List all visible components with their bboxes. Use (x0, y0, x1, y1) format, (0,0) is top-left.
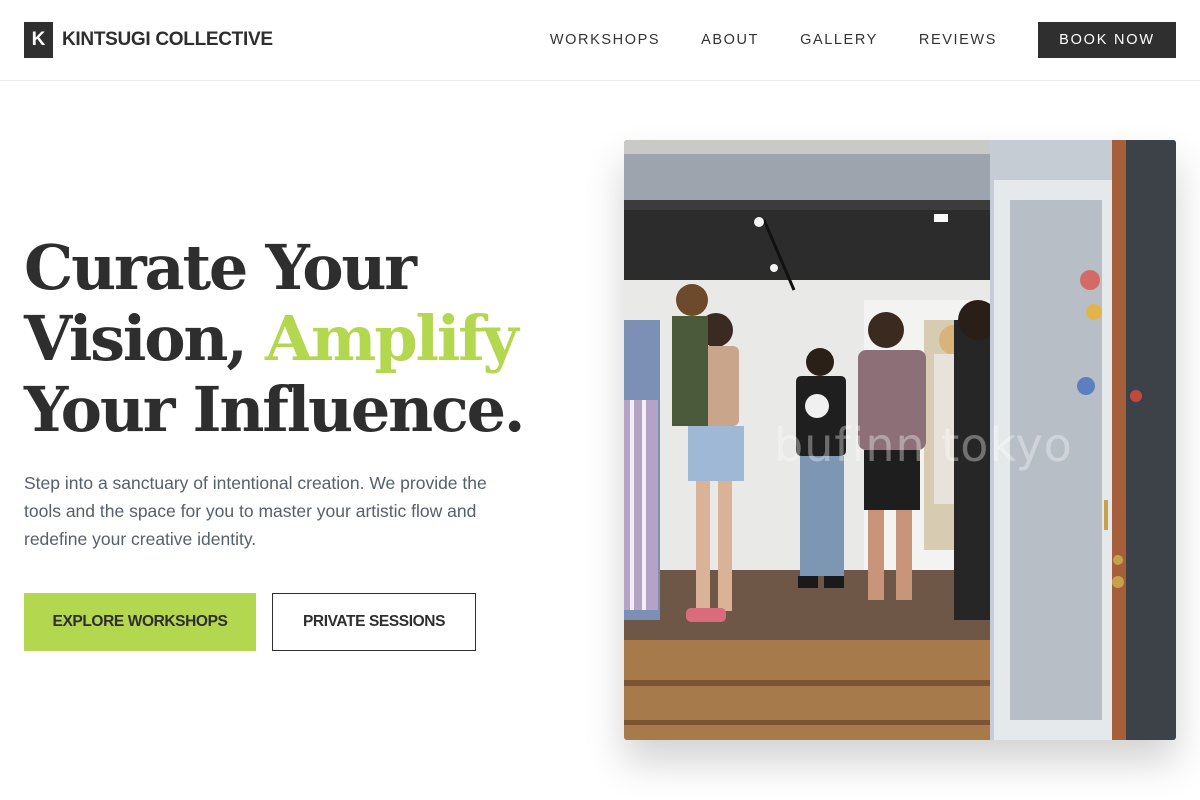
hero-photo: bufinn tokyo (624, 140, 1176, 740)
nav-link-about[interactable]: ABOUT (701, 32, 759, 48)
brand-name: KINTSUGI COLLECTIVE (62, 29, 273, 50)
nav-link-gallery[interactable]: GALLERY (800, 32, 878, 48)
book-now-button[interactable]: BOOK NOW (1038, 22, 1176, 58)
hero-title-accent: Amplify (265, 302, 519, 375)
hero-title-line-3: Your Influence. (24, 373, 525, 446)
private-sessions-button[interactable]: PRIVATE SESSIONS (272, 593, 476, 651)
hero-title-line-1: Curate Your (24, 231, 417, 304)
hero-title-line-2: Vision, (24, 302, 266, 375)
brand-logo[interactable]: K KINTSUGI COLLECTIVE (24, 22, 273, 58)
logo-mark: K (24, 22, 53, 58)
site-header: K KINTSUGI COLLECTIVE WORKSHOPS ABOUT GA… (0, 0, 1200, 81)
image-watermark: bufinn tokyo (774, 418, 1073, 472)
nav-link-reviews[interactable]: REVIEWS (919, 32, 997, 48)
explore-workshops-button[interactable]: EXPLORE WORKSHOPS (24, 593, 256, 651)
main-nav: WORKSHOPS ABOUT GALLERY REVIEWS BOOK NOW (550, 22, 1176, 58)
nav-link-workshops[interactable]: WORKSHOPS (550, 32, 660, 48)
hero-title: Curate Your Vision, Amplify Your Influen… (24, 232, 584, 445)
hero-subtitle: Step into a sanctuary of intentional cre… (24, 473, 487, 549)
